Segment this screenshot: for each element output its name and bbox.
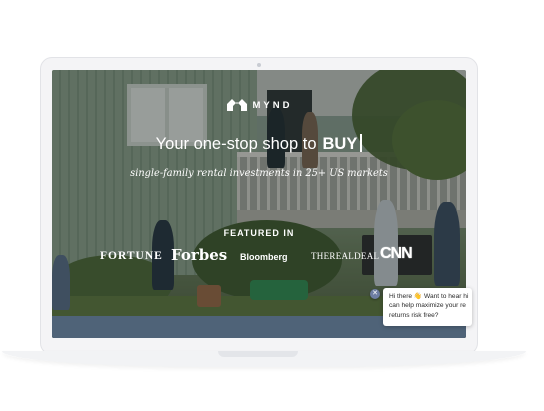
typing-caret: [360, 134, 363, 152]
hero-subheadline: single-family rental investments in 25+ …: [130, 168, 388, 179]
headline-emphasis: BUY: [322, 135, 358, 153]
house-logo-icon: [226, 99, 247, 111]
brand-name: MYND: [252, 99, 293, 111]
cnn-logo: CNN: [380, 245, 413, 262]
chat-popup[interactable]: Hi there 👋 Want to hear hi can help maxi…: [383, 288, 472, 326]
headline-prefix: Your one-stop shop to: [155, 135, 317, 153]
fortune-logo: FORTUNE: [100, 250, 163, 262]
webcam-icon: [257, 63, 261, 67]
bloomberg-logo: Bloomberg: [240, 252, 288, 262]
brand-logo[interactable]: MYND: [52, 98, 466, 112]
hero-headline: Your one-stop shop to BUY: [52, 134, 466, 154]
laptop-hinge-notch: [218, 351, 298, 357]
chat-message-line: returns risk free?: [389, 311, 439, 319]
featured-in-heading: FEATURED IN: [223, 228, 295, 238]
chat-message-line: can help maximize your re: [389, 302, 466, 310]
chat-message-line: Hi there 👋 Want to hear hi: [389, 293, 469, 300]
the-real-deal-logo: THEREALDEAL: [311, 251, 380, 261]
close-icon[interactable]: ✕: [370, 289, 380, 299]
forbes-logo: Forbes: [171, 246, 228, 264]
